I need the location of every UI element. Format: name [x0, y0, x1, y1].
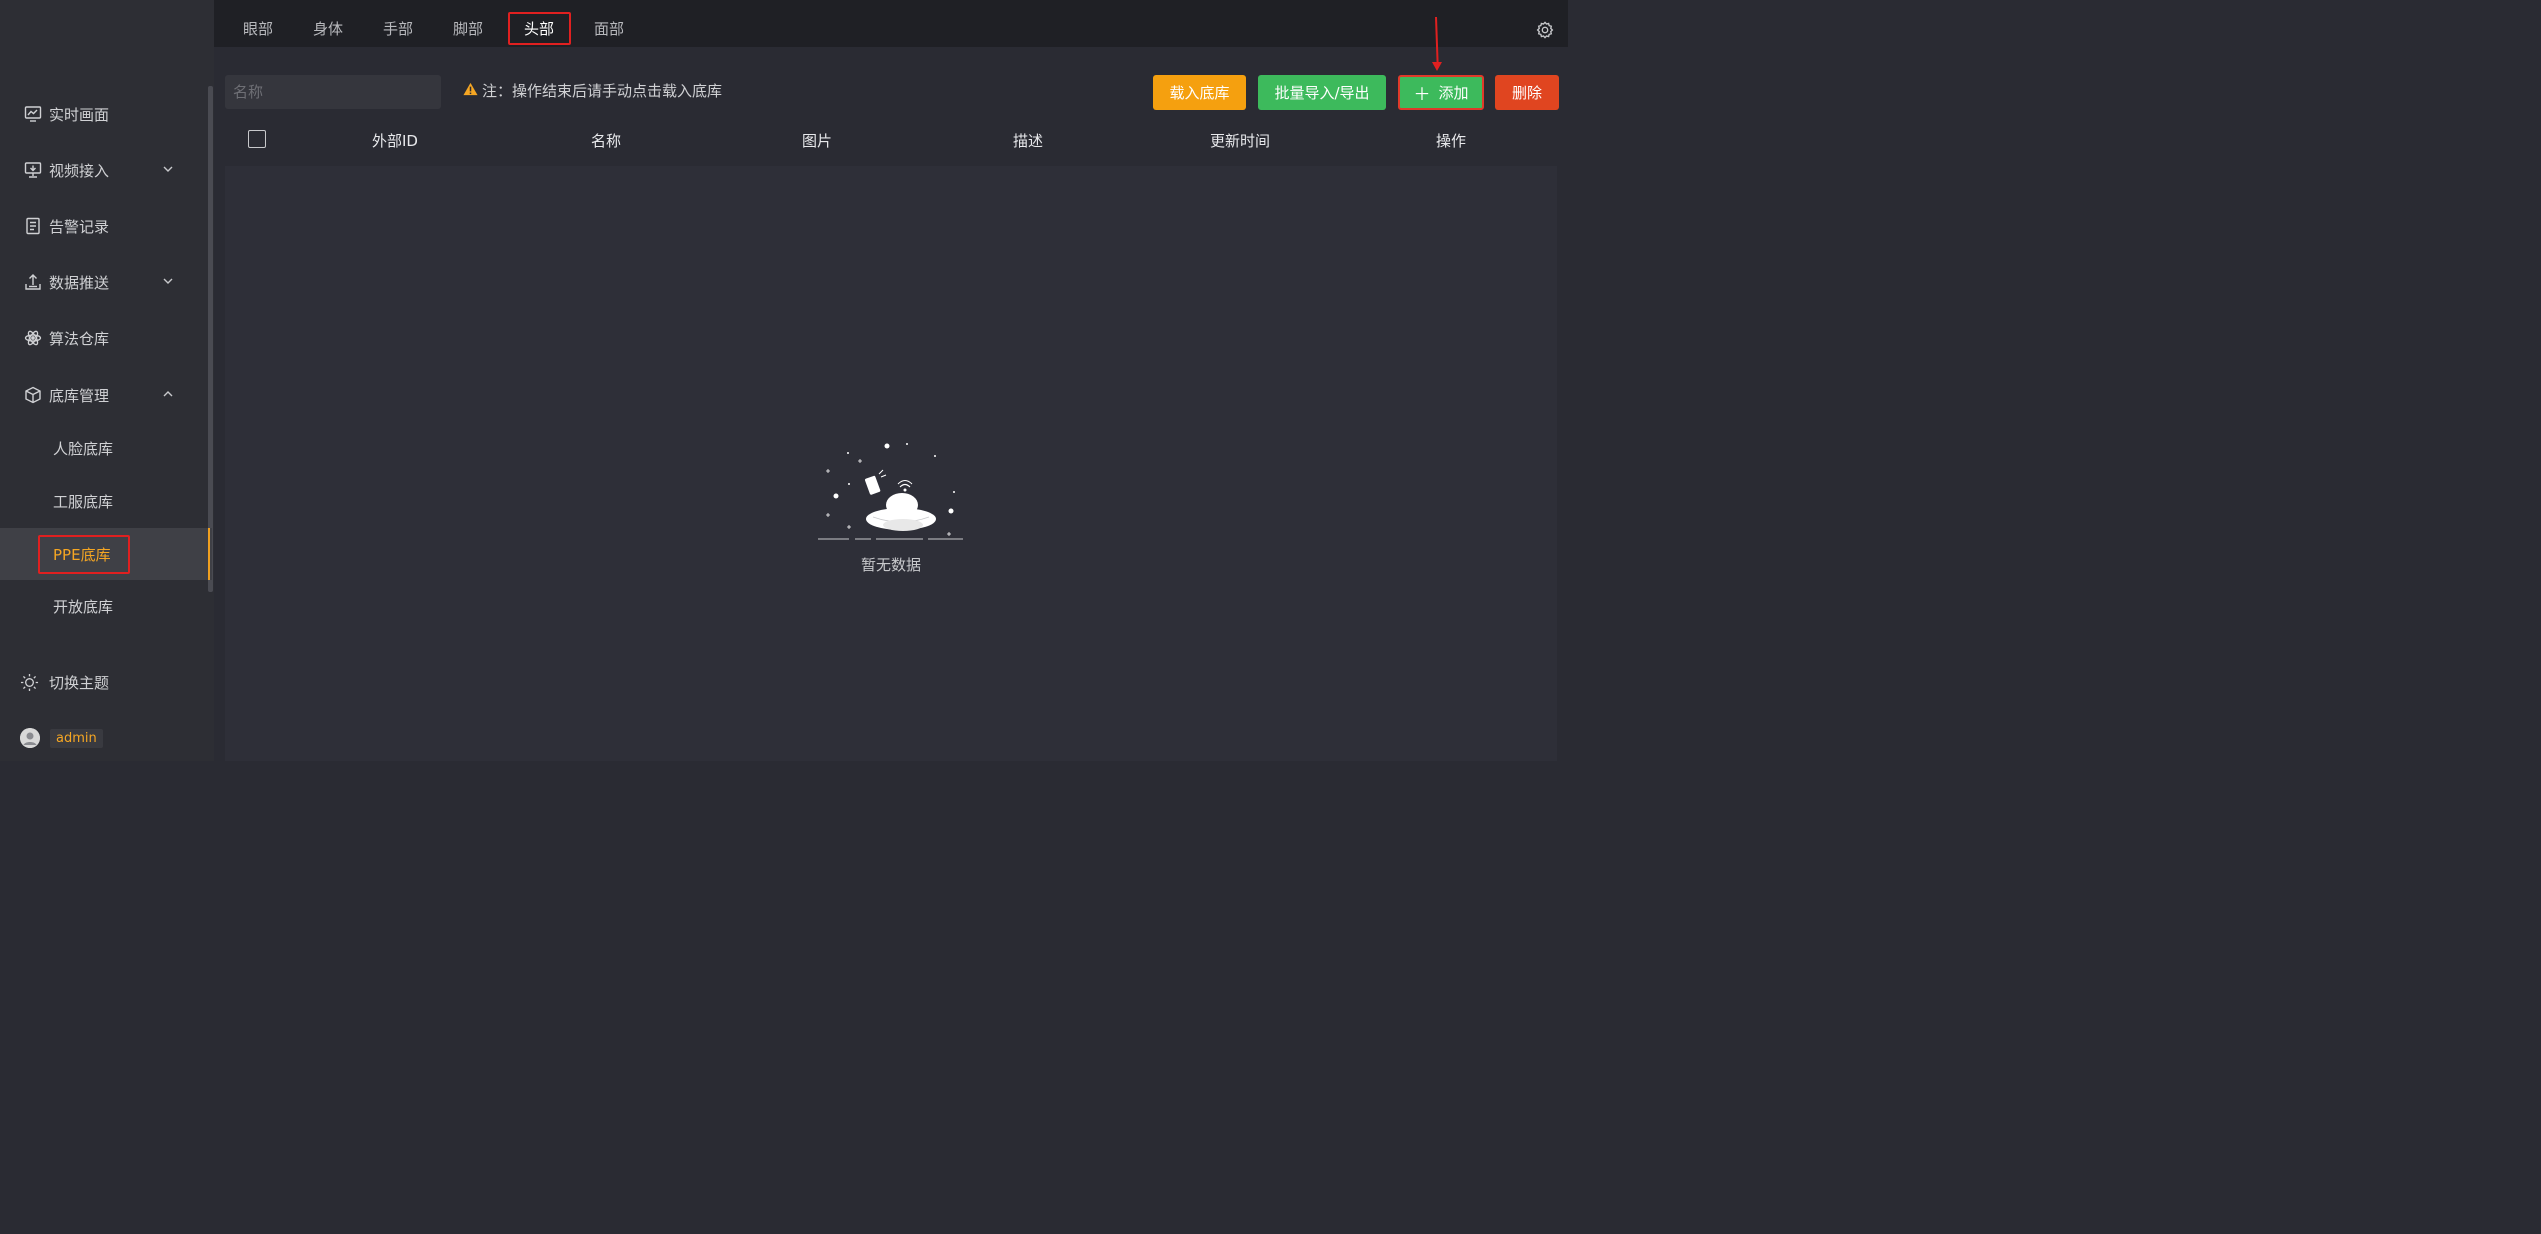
highlight-box-head-tab: [508, 12, 571, 45]
cube-icon: [24, 386, 42, 404]
tab-face[interactable]: 面部: [594, 18, 624, 39]
sidebar-item-label: 底库管理: [49, 386, 110, 405]
sidebar: 实时画面 视频接入 告警记录 数据推送 算法仓库 底库管理 人脸底库 工服底库 …: [0, 0, 214, 761]
name-search-input[interactable]: [225, 75, 441, 109]
select-all-checkbox[interactable]: [248, 130, 266, 148]
sidebar-subitem-label: 人脸底库: [53, 439, 114, 458]
sidebar-subitem-face-library[interactable]: 人脸底库: [0, 422, 208, 474]
sidebar-item-video-input[interactable]: 视频接入: [0, 150, 208, 190]
tab-body[interactable]: 身体: [313, 18, 343, 39]
chevron-down-icon: [163, 166, 173, 172]
user-menu[interactable]: admin: [20, 728, 103, 748]
sidebar-item-alarm-records[interactable]: 告警记录: [0, 206, 208, 246]
top-tab-bar: [214, 0, 1568, 47]
sidebar-item-algorithm-store[interactable]: 算法仓库: [0, 318, 208, 358]
add-label: 添加: [1438, 84, 1469, 102]
sidebar-item-label: 数据推送: [49, 273, 110, 292]
sidebar-item-label: 视频接入: [49, 161, 110, 180]
delete-button[interactable]: 删除: [1495, 75, 1559, 110]
operation-note-text: 注：操作结束后请手动点击载入底库: [482, 82, 723, 100]
sidebar-item-label: 告警记录: [49, 217, 110, 236]
sidebar-scrollbar[interactable]: [208, 86, 213, 592]
video-input-icon: [24, 161, 42, 179]
warning-icon: [463, 82, 478, 100]
batch-import-export-label: 批量导入/导出: [1274, 84, 1370, 102]
column-header-name: 名称: [590, 132, 622, 150]
upload-icon: [24, 273, 42, 291]
sidebar-subitem-open-library[interactable]: 开放底库: [0, 580, 208, 632]
chevron-up-icon: [163, 391, 173, 397]
switch-theme-label: 切换主题: [49, 674, 110, 692]
plus-icon: ＋: [1413, 85, 1431, 105]
table-header: [225, 116, 1557, 162]
batch-import-export-button[interactable]: 批量导入/导出: [1258, 75, 1386, 110]
chevron-down-icon: [163, 278, 173, 284]
sidebar-item-library-management[interactable]: 底库管理: [0, 375, 208, 415]
sidebar-item-data-push[interactable]: 数据推送: [0, 262, 208, 302]
column-header-description: 描述: [1012, 132, 1044, 150]
empty-state-text: 暂无数据: [860, 556, 922, 574]
sidebar-item-label: 实时画面: [49, 105, 110, 124]
column-header-actions: 操作: [1435, 132, 1467, 150]
avatar-icon: [20, 728, 40, 748]
sidebar-item-label: 算法仓库: [49, 329, 110, 348]
tab-hands[interactable]: 手部: [383, 18, 413, 39]
atom-icon: [24, 329, 42, 347]
delete-label: 删除: [1511, 84, 1542, 102]
operation-note: 注：操作结束后请手动点击载入底库: [463, 80, 722, 101]
load-library-label: 载入底库: [1169, 84, 1230, 102]
empty-ufo-icon: [818, 443, 963, 540]
highlight-box-ppe: [38, 535, 130, 574]
monitor-chart-icon: [24, 105, 42, 123]
sidebar-subitem-label: 工服底库: [53, 492, 114, 511]
switch-theme-button[interactable]: 切换主题: [20, 672, 109, 693]
sidebar-subitem-label: 开放底库: [53, 597, 114, 616]
annotation-arrow-head: [1432, 62, 1442, 71]
load-library-button[interactable]: 载入底库: [1153, 75, 1246, 110]
sun-icon: [20, 673, 39, 692]
tab-feet[interactable]: 脚部: [453, 18, 483, 39]
column-header-update-time: 更新时间: [1209, 132, 1271, 150]
column-header-external-id: 外部ID: [372, 132, 418, 150]
tab-eyes[interactable]: 眼部: [243, 18, 273, 39]
column-header-image: 图片: [801, 132, 833, 150]
gear-icon[interactable]: [1536, 21, 1554, 39]
sidebar-subitem-uniform-library[interactable]: 工服底库: [0, 475, 208, 527]
list-icon: [24, 217, 42, 235]
add-button[interactable]: ＋ 添加: [1398, 75, 1484, 110]
sidebar-item-realtime[interactable]: 实时画面: [0, 94, 208, 134]
username: admin: [50, 728, 103, 748]
